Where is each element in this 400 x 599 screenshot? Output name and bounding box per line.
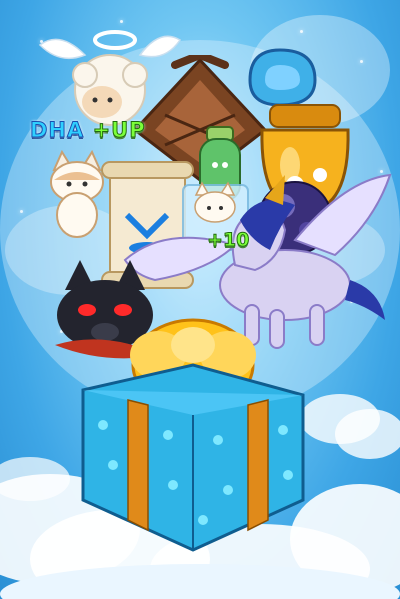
dha-text: DHA [29, 118, 85, 143]
dha-label: DHA +UP [29, 118, 146, 143]
gift-box-icon [81, 318, 305, 552]
up-text: +UP [92, 118, 146, 143]
plus-value-label: +10 [206, 229, 250, 252]
game-scene: DHA +UP +10 [0, 0, 400, 599]
